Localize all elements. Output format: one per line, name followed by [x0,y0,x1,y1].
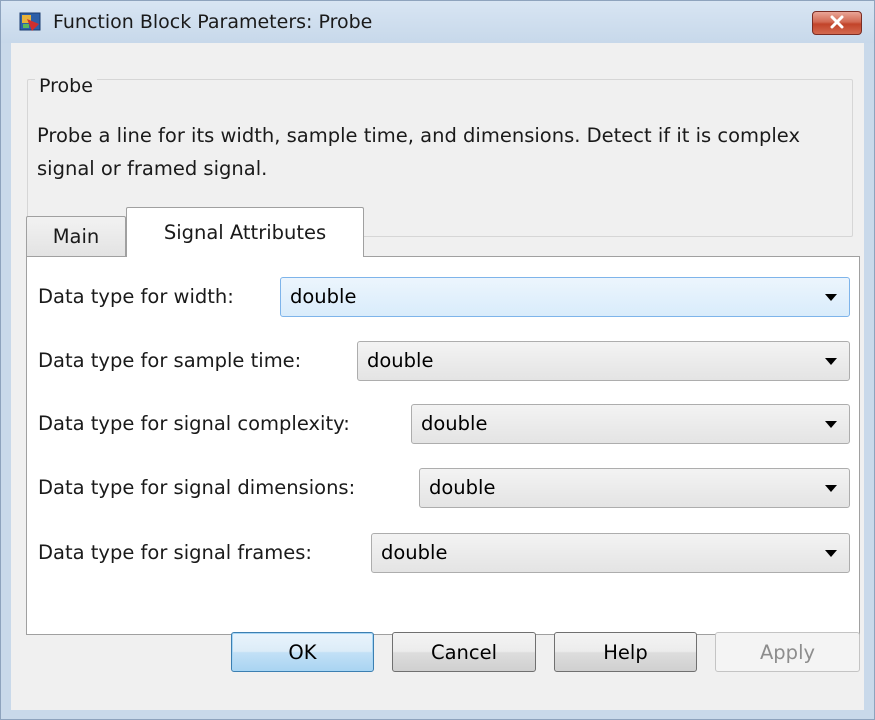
help-button[interactable]: Help [554,632,697,672]
signal-dimensions-data-type-value: double [429,476,496,499]
close-icon [829,14,845,33]
tab-signal-attributes-label: Signal Attributes [163,221,327,244]
ok-button[interactable]: OK [231,632,374,672]
signal-attributes-panel: Data type for width: double Data type fo… [26,256,860,635]
signal-frames-data-type-label: Data type for signal frames: [38,541,312,564]
dialog-client-area: Probe Probe a line for its width, sample… [11,43,864,710]
sample-time-data-type-select[interactable]: double [357,341,850,381]
cancel-button[interactable]: Cancel [392,632,536,672]
window-title: Function Block Parameters: Probe [53,11,373,33]
tab-main[interactable]: Main [26,216,126,256]
tab-main-label: Main [52,225,100,248]
close-button[interactable] [812,11,862,35]
signal-frames-data-type-value: double [381,541,448,564]
chevron-down-icon [825,358,837,365]
chevron-down-icon [825,485,837,492]
sample-time-data-type-label: Data type for sample time: [38,349,302,372]
signal-dimensions-data-type-label: Data type for signal dimensions: [38,476,356,499]
chevron-down-icon [825,294,837,301]
block-description: Probe a line for its width, sample time,… [37,124,801,180]
signal-dimensions-data-type-select[interactable]: double [419,468,850,508]
title-bar[interactable]: Function Block Parameters: Probe [1,1,874,43]
dialog-window: Function Block Parameters: Probe Probe P… [0,0,875,720]
simulink-block-icon [19,11,43,33]
signal-complexity-data-type-select[interactable]: double [411,404,850,444]
signal-complexity-data-type-label: Data type for signal complexity: [38,412,350,435]
chevron-down-icon [825,421,837,428]
signal-frames-data-type-select[interactable]: double [371,533,850,573]
width-data-type-value: double [290,285,357,308]
tab-signal-attributes[interactable]: Signal Attributes [126,207,364,257]
block-name-label: Probe [35,75,97,97]
width-data-type-label: Data type for width: [38,285,234,308]
signal-complexity-data-type-value: double [421,412,488,435]
sample-time-data-type-value: double [367,349,434,372]
width-data-type-select[interactable]: double [280,277,850,317]
apply-button[interactable]: Apply [715,632,860,672]
chevron-down-icon [825,550,837,557]
